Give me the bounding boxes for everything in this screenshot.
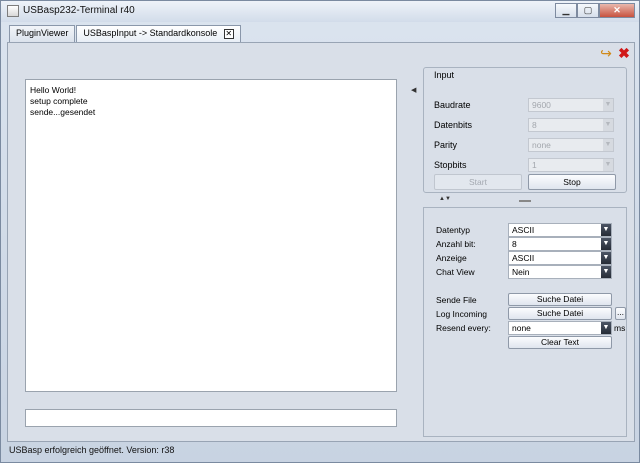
collapse-arrows-icon[interactable]: ▲▼	[439, 196, 451, 202]
status-bar-text: USBasp erfolgreich geöffnet. Version: r3…	[9, 445, 175, 455]
console-line: sende...gesendet	[30, 107, 96, 117]
console-output[interactable]: Hello World! setup complete sende...gese…	[25, 79, 397, 392]
stop-button[interactable]: Stop	[528, 174, 616, 190]
tab-label: PluginViewer	[16, 28, 69, 38]
parity-select[interactable]: none ▼	[528, 138, 614, 152]
datenbits-value: 8	[532, 120, 537, 130]
chat-view-select[interactable]: Nein ▼	[508, 265, 612, 279]
tab-usbaspinput[interactable]: USBaspInput -> Standardkonsole ✕	[76, 25, 241, 42]
tab-pluginviewer[interactable]: PluginViewer	[9, 25, 76, 42]
anzahl-bit-value: 8	[512, 239, 517, 249]
stopbits-value: 1	[532, 160, 537, 170]
datentyp-select[interactable]: ASCII ▼	[508, 223, 612, 237]
minimize-button[interactable]: ▁	[555, 3, 577, 18]
group-title: Input	[434, 70, 455, 80]
chat-view-value: Nein	[512, 267, 530, 277]
close-window-button[interactable]: ✕	[599, 3, 635, 18]
start-button[interactable]: Start	[434, 174, 522, 190]
chevron-down-icon: ▼	[603, 99, 613, 111]
restore-button[interactable]: ▢	[577, 3, 599, 18]
splitter-horizontal[interactable]: ▲▼	[419, 196, 631, 205]
chevron-down-icon: ▼	[603, 159, 613, 171]
tab-label: USBaspInput -> Standardkonsole	[83, 28, 218, 38]
chat-view-label: Chat View	[436, 267, 475, 277]
chevron-down-icon: ▼	[601, 322, 611, 334]
tab-close-icon[interactable]: ✕	[223, 28, 234, 39]
chevron-down-icon: ▼	[601, 238, 611, 250]
baudrate-value: 9600	[532, 100, 551, 110]
resend-unit: ms	[614, 323, 626, 333]
send-input[interactable]	[25, 409, 397, 427]
console-line: setup complete	[30, 96, 88, 106]
chevron-down-icon: ▼	[603, 139, 613, 151]
log-incoming-extra-button[interactable]: ...	[615, 307, 626, 320]
red-x-icon[interactable]: ✖	[616, 45, 632, 61]
input-group: Input Baudrate 9600 ▼ Datenbits 8 ▼ Pari…	[423, 67, 627, 193]
settings-panel: Datentyp ASCII ▼ Anzahl bit: 8 ▼ Anzeige…	[423, 207, 627, 437]
app-window: USBasp232-Terminal r40 ▁ ▢ ✕ PluginViewe…	[0, 0, 640, 463]
sende-file-browse-button[interactable]: Suche Datei	[508, 293, 612, 306]
console-line: Hello World!	[30, 85, 77, 95]
datentyp-value: ASCII	[512, 225, 535, 235]
chevron-down-icon: ▼	[603, 119, 613, 131]
baudrate-select[interactable]: 9600 ▼	[528, 98, 614, 112]
grip-icon[interactable]	[519, 200, 531, 202]
parity-label: Parity	[434, 140, 458, 150]
stopbits-select[interactable]: 1 ▼	[528, 158, 614, 172]
parity-value: none	[532, 140, 551, 150]
resend-value: none	[512, 323, 531, 333]
right-panel: Input Baudrate 9600 ▼ Datenbits 8 ▼ Pari…	[419, 61, 631, 441]
resend-select[interactable]: none ▼	[508, 321, 612, 335]
folder-arrow-icon[interactable]: ↪	[598, 45, 614, 61]
chevron-down-icon: ▼	[601, 266, 611, 278]
splitter-vertical[interactable]: ◀	[410, 61, 418, 441]
baudrate-label: Baudrate	[434, 100, 471, 110]
datenbits-label: Datenbits	[434, 120, 473, 130]
anzeige-label: Anzeige	[436, 253, 467, 263]
log-incoming-browse-button[interactable]: Suche Datei	[508, 307, 612, 320]
chevron-down-icon: ▼	[601, 252, 611, 264]
anzahl-bit-label: Anzahl bit:	[436, 239, 476, 249]
anzahl-bit-select[interactable]: 8 ▼	[508, 237, 612, 251]
datentyp-label: Datentyp	[436, 225, 471, 235]
log-incoming-label: Log Incoming	[436, 309, 488, 319]
sende-file-label: Sende File	[436, 295, 477, 305]
clear-text-button[interactable]: Clear Text	[508, 336, 612, 349]
anzeige-value: ASCII	[512, 253, 535, 263]
resend-label: Resend every:	[436, 323, 491, 333]
stopbits-label: Stopbits	[434, 160, 467, 170]
datenbits-select[interactable]: 8 ▼	[528, 118, 614, 132]
anzeige-select[interactable]: ASCII ▼	[508, 251, 612, 265]
window-title: USBasp232-Terminal r40	[23, 5, 135, 16]
title-bar[interactable]: USBasp232-Terminal r40 ▁ ▢ ✕	[1, 1, 639, 22]
tab-strip: PluginViewer USBaspInput -> Standardkons…	[9, 25, 242, 42]
app-icon	[7, 5, 19, 17]
chevron-down-icon: ▼	[601, 224, 611, 236]
collapse-left-icon[interactable]: ◀	[411, 86, 416, 94]
